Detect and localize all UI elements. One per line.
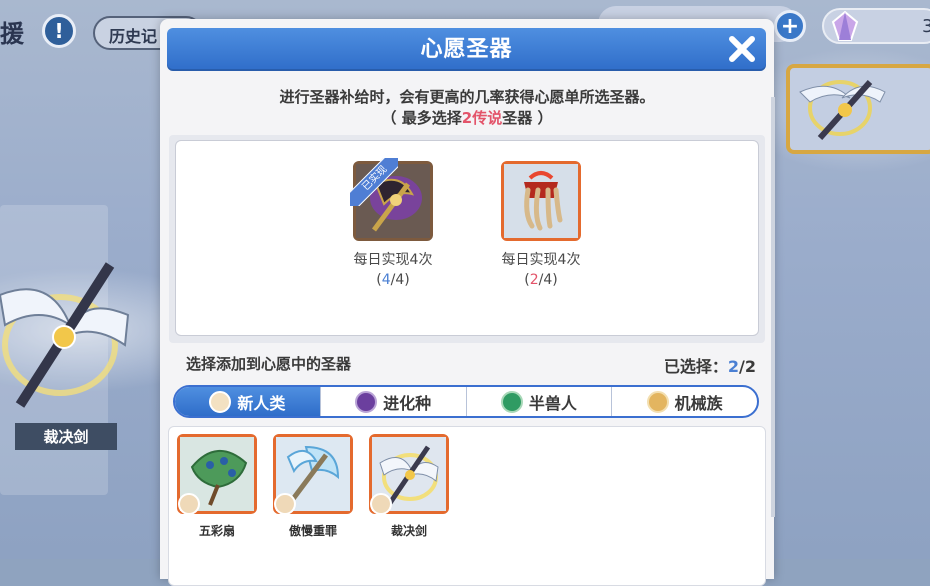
close-icon[interactable]: [726, 33, 758, 65]
crystal-currency-bar: [822, 8, 930, 44]
beastman-emblem-icon: [500, 390, 523, 413]
limit-note: （ 最多选择2传说圣器 ）: [160, 107, 774, 128]
relic-name: 五彩扇: [198, 524, 235, 538]
count-rest: /4): [538, 272, 558, 288]
evolved-emblem-icon: [355, 390, 378, 413]
chosen-relics-panel: 已实现 每日实现4次 (4/4) 每日实现4次 (2/4): [169, 135, 765, 343]
chosen-relic-slot[interactable]: 已实现 每日实现4次 (4/4): [338, 158, 448, 288]
tab-evolved[interactable]: 进化种: [319, 387, 466, 416]
relic-icon-frame[interactable]: [369, 434, 449, 515]
weapon-name-plate: 裁决剑: [15, 423, 117, 450]
chosen-relic-slot[interactable]: 每日实现4次 (2/4): [486, 161, 596, 288]
tab-beastman[interactable]: 半兽人: [465, 387, 612, 416]
relic-list-item[interactable]: 五彩扇: [175, 434, 259, 539]
mech-emblem-icon: [646, 390, 669, 413]
tab-label: 进化种: [383, 393, 432, 413]
winged-sword-icon: [0, 262, 130, 408]
relic-icon-frame[interactable]: [177, 434, 257, 515]
relic-list: 五彩扇 傲慢重罪 裁决剑: [168, 426, 766, 586]
relic-name: 傲慢重罪: [288, 524, 337, 538]
dialog-scrollbar[interactable]: [771, 97, 775, 517]
selection-counter: 已选择：2/2: [664, 353, 756, 377]
human-emblem-icon: [209, 390, 232, 413]
daily-limit-count: (2/4): [486, 272, 596, 288]
realized-ribbon-label: 已实现: [350, 158, 398, 206]
daily-limit-count: (4/4): [338, 272, 448, 288]
human-emblem-icon: [178, 493, 200, 515]
selection-counter-value: 2: [727, 357, 740, 376]
daily-limit-label: 每日实现4次: [353, 252, 433, 268]
human-emblem-icon: [274, 493, 296, 515]
winged-sword-icon: [799, 80, 886, 140]
dialog-title: 心愿圣器: [420, 37, 513, 62]
tab-label: 半兽人: [528, 393, 577, 413]
chosen-relic-frame[interactable]: [501, 161, 581, 241]
featured-weapon-card[interactable]: [786, 64, 930, 154]
dialog-header: 心愿圣器: [167, 28, 766, 71]
count-current: 4: [381, 272, 391, 288]
relic-name: 裁决剑: [390, 524, 427, 538]
human-emblem-icon: [370, 493, 392, 515]
realized-ribbon: 已实现: [350, 158, 398, 206]
relic-list-item[interactable]: 裁决剑: [367, 434, 451, 539]
relic-icon-frame[interactable]: [273, 434, 353, 515]
tab-mech[interactable]: 机械族: [611, 387, 757, 416]
count-current: 2: [529, 272, 539, 288]
chosen-relics-box: 已实现 每日实现4次 (4/4) 每日实现4次 (2/4): [175, 140, 759, 336]
crimson-claw-icon: [504, 164, 578, 238]
limit-note-highlight: 2传说: [461, 109, 503, 127]
relic-list-item[interactable]: 傲慢重罪: [271, 434, 355, 539]
limit-note-prefix: （ 最多选择: [381, 109, 462, 127]
tab-label: 机械族: [674, 393, 723, 413]
select-section-title: 选择添加到心愿中的圣器: [186, 355, 352, 373]
background-title-fragment: 援: [0, 20, 24, 48]
selection-counter-total: /2: [739, 357, 756, 376]
alert-icon[interactable]: !: [42, 14, 76, 48]
count-rest: /4): [390, 272, 410, 288]
daily-limit-label: 每日实现4次: [501, 252, 581, 268]
crystal-icon: [831, 10, 859, 41]
faction-tabs: 新人类 进化种 半兽人 机械族: [173, 385, 759, 418]
tab-label: 新人类: [237, 393, 286, 413]
limit-note-suffix: 圣器 ）: [502, 109, 553, 127]
add-resource-button[interactable]: +: [774, 10, 806, 42]
selection-counter-label: 已选择：: [663, 357, 728, 376]
crystal-count: 3: [922, 16, 930, 37]
chosen-relic-frame[interactable]: 已实现: [350, 158, 433, 241]
wish-relic-dialog: 心愿圣器 进行圣器补给时，会有更高的几率获得心愿单所选圣器。 （ 最多选择2传说…: [160, 19, 774, 586]
description-text: 进行圣器补给时，会有更高的几率获得心愿单所选圣器。: [279, 88, 655, 106]
tab-new-human[interactable]: 新人类: [175, 387, 320, 416]
